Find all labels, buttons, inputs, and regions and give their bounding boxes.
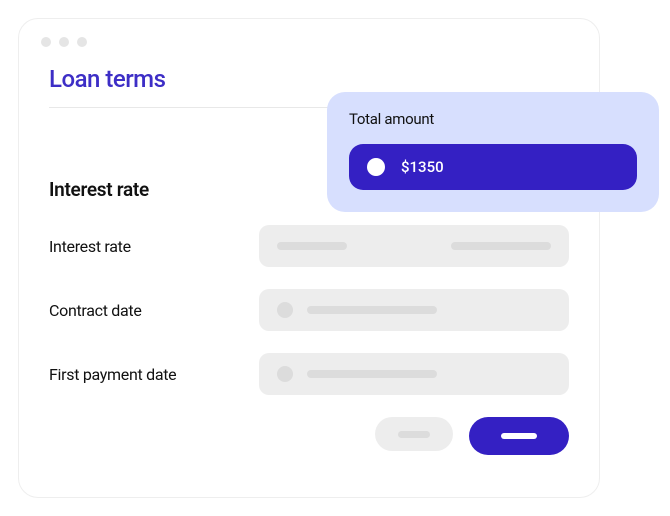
amount-selector[interactable]: $1350 xyxy=(349,144,637,190)
total-amount-label: Total amount xyxy=(349,110,637,128)
submit-button[interactable] xyxy=(469,417,569,455)
amount-value: $1350 xyxy=(401,158,444,176)
placeholder-bar xyxy=(277,242,347,250)
window-control-dot[interactable] xyxy=(41,37,51,47)
cancel-button[interactable] xyxy=(375,417,453,451)
window-control-dot[interactable] xyxy=(59,37,69,47)
window-control-dot[interactable] xyxy=(77,37,87,47)
action-row xyxy=(49,417,569,455)
placeholder-bar xyxy=(307,306,437,314)
placeholder-bar xyxy=(307,370,437,378)
interest-rate-field[interactable] xyxy=(259,225,569,267)
placeholder-bar xyxy=(398,431,430,438)
radio-icon xyxy=(367,158,385,176)
placeholder-bar xyxy=(451,242,551,250)
interest-rate-row: Interest rate xyxy=(49,225,569,267)
first-payment-date-row: First payment date xyxy=(49,353,569,395)
first-payment-date-label: First payment date xyxy=(49,365,259,384)
total-amount-card: Total amount $1350 xyxy=(327,92,659,212)
placeholder-bar xyxy=(501,433,537,439)
contract-date-field[interactable] xyxy=(259,289,569,331)
contract-date-label: Contract date xyxy=(49,301,259,320)
app-window: Loan terms Interest rate Interest rate C… xyxy=(18,18,600,498)
first-payment-date-field[interactable] xyxy=(259,353,569,395)
window-titlebar xyxy=(19,19,599,57)
interest-rate-label: Interest rate xyxy=(49,237,259,256)
placeholder-icon xyxy=(277,302,293,318)
placeholder-icon xyxy=(277,366,293,382)
contract-date-row: Contract date xyxy=(49,289,569,331)
